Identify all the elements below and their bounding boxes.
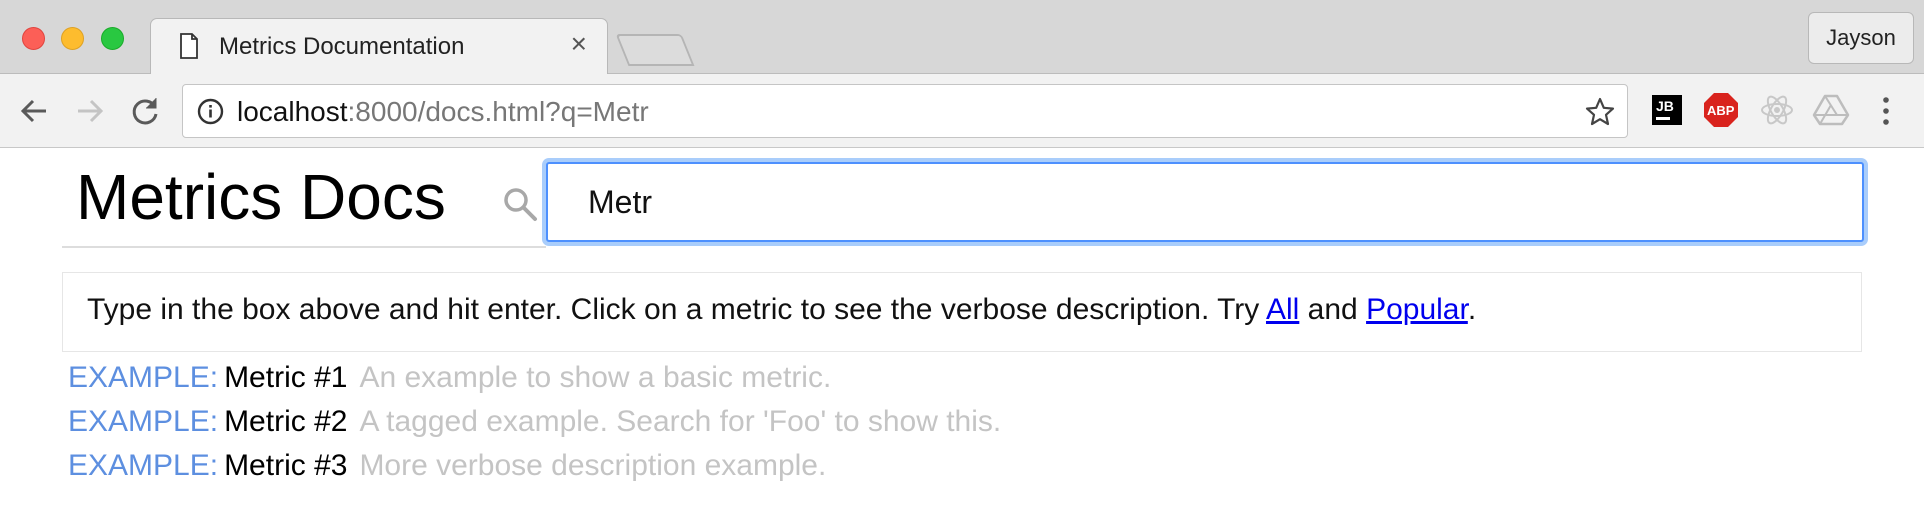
search-input[interactable] (546, 162, 1864, 242)
hint-and: and (1299, 293, 1367, 326)
result-item[interactable]: EXAMPLE: Metric #3 More verbose descriptio… (68, 444, 1001, 488)
browser-toolbar: localhost:8000/docs.html?q=Metr JB ABP (0, 74, 1924, 148)
browser-tab-active[interactable]: Metrics Documentation × (150, 18, 608, 75)
result-tag: EXAMPLE: (68, 361, 219, 394)
forward-arrow-icon[interactable] (70, 92, 108, 130)
result-item[interactable]: EXAMPLE: Metric #1 An example to show a ba… (68, 356, 1001, 400)
browser-tab-bar: Metrics Documentation × Jayson (0, 0, 1924, 75)
adblock-plus-icon[interactable]: ABP (1702, 91, 1740, 129)
page-header: Metrics Docs (62, 150, 1864, 248)
hint-period: . (1467, 293, 1477, 326)
minimize-window-button[interactable] (61, 27, 84, 50)
close-window-button[interactable] (22, 27, 45, 50)
popular-link[interactable]: Popular (1366, 293, 1468, 326)
address-bar[interactable]: localhost:8000/docs.html?q=Metr (182, 84, 1628, 138)
jb-label: JB (1656, 98, 1674, 114)
url-path: :8000/docs.html?q=Metr (347, 96, 649, 127)
result-name[interactable]: Metric #2 (224, 405, 347, 438)
result-name[interactable]: Metric #3 (224, 449, 347, 482)
document-icon (180, 33, 198, 59)
bookmark-star-icon[interactable] (1585, 97, 1615, 127)
tab-title: Metrics Documentation (219, 33, 465, 60)
zoom-window-button[interactable] (101, 27, 124, 50)
abp-label: ABP (1707, 103, 1735, 118)
info-icon[interactable] (197, 98, 224, 125)
url-host: localhost (237, 96, 348, 127)
page-title: Metrics Docs (76, 161, 446, 233)
profile-button[interactable]: Jayson (1808, 12, 1914, 64)
back-arrow-icon[interactable] (16, 92, 54, 130)
result-description: More verbose description example. (359, 449, 827, 482)
result-item[interactable]: EXAMPLE: Metric #2 A tagged example. Searc… (68, 400, 1001, 444)
results-list: EXAMPLE: Metric #1 An example to show a ba… (68, 356, 1001, 488)
tab-close-icon[interactable]: × (571, 28, 587, 59)
result-description: A tagged example. Search for 'Foo' to sh… (359, 405, 1002, 438)
reload-icon[interactable] (126, 92, 164, 130)
react-devtools-icon[interactable] (1758, 91, 1796, 129)
all-link[interactable]: All (1266, 293, 1299, 326)
result-tag: EXAMPLE: (68, 405, 219, 438)
result-tag: EXAMPLE: (68, 449, 219, 482)
result-name[interactable]: Metric #1 (224, 361, 347, 394)
more-menu-icon[interactable] (1876, 92, 1896, 130)
result-description: An example to show a basic metric. (359, 361, 832, 394)
google-drive-icon[interactable] (1812, 91, 1850, 129)
hint-box: Type in the box above and hit enter. Cli… (62, 272, 1862, 352)
search-icon (504, 188, 537, 221)
hint-text: Type in the box above and hit enter. Cli… (87, 293, 1266, 326)
new-tab-button[interactable] (615, 34, 695, 66)
url-text[interactable]: localhost:8000/docs.html?q=Metr (237, 96, 649, 128)
jetbrains-icon[interactable]: JB (1648, 91, 1686, 129)
header-divider (62, 246, 546, 248)
